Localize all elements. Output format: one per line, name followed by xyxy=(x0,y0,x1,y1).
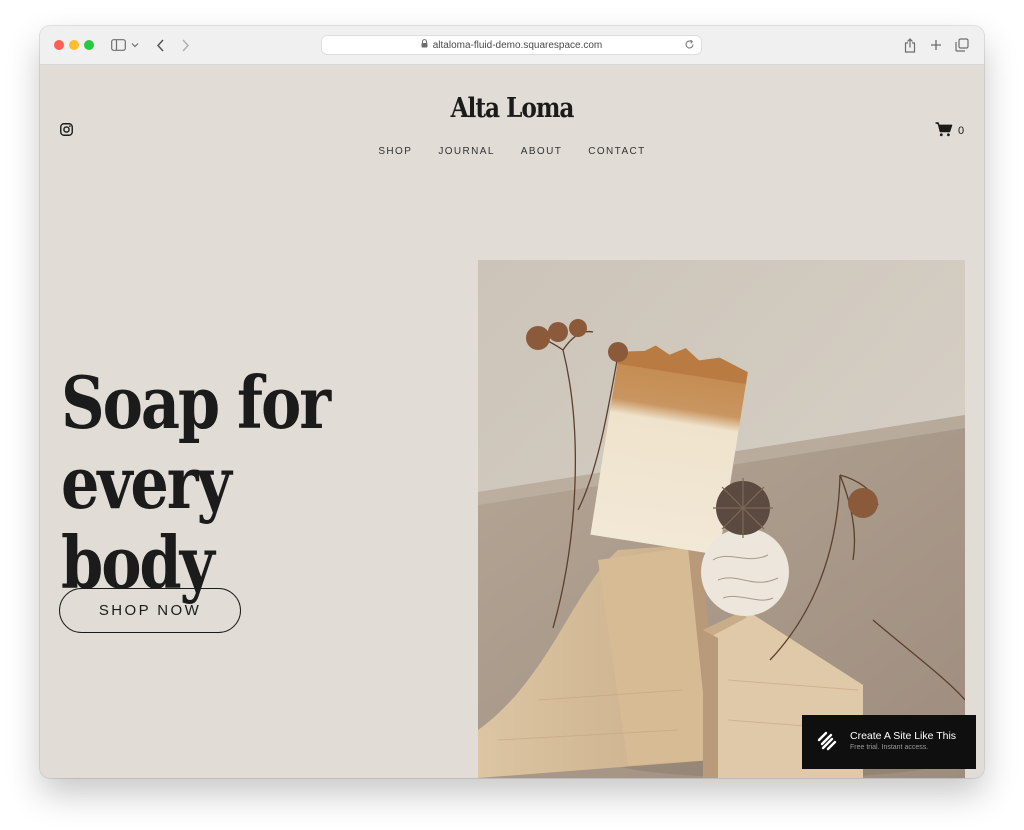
address-bar[interactable]: altaloma-fluid-demo.squarespace.com xyxy=(321,35,702,55)
url-text: altaloma-fluid-demo.squarespace.com xyxy=(432,39,603,51)
browser-window: altaloma-fluid-demo.squarespace.com Alta… xyxy=(40,26,984,778)
nav-shop[interactable]: SHOP xyxy=(378,146,412,157)
tabs-icon[interactable] xyxy=(954,35,970,55)
zoom-window-button[interactable] xyxy=(84,40,94,50)
chevron-down-icon[interactable] xyxy=(130,35,140,55)
browser-toolbar: altaloma-fluid-demo.squarespace.com xyxy=(40,26,984,65)
create-site-badge[interactable]: Create A Site Like This Free trial. Inst… xyxy=(802,715,976,769)
plus-icon[interactable] xyxy=(928,35,944,55)
nav-journal[interactable]: JOURNAL xyxy=(438,146,494,157)
cart-button[interactable]: 0 xyxy=(935,122,964,140)
minimize-window-button[interactable] xyxy=(69,40,79,50)
headline-line-2: every body xyxy=(61,440,232,605)
lock-icon xyxy=(421,39,428,51)
hero-image xyxy=(478,260,965,778)
headline-line-1: Soap for xyxy=(61,360,331,445)
hero-headline: Soap for every body xyxy=(61,363,397,603)
close-window-button[interactable] xyxy=(54,40,64,50)
nav-about[interactable]: ABOUT xyxy=(521,146,562,157)
cart-count: 0 xyxy=(958,125,965,137)
shop-now-button[interactable]: SHOP NOW xyxy=(59,588,241,633)
cart-icon xyxy=(935,122,953,140)
nav-contact[interactable]: CONTACT xyxy=(588,146,645,157)
website-page: Alta Loma SHOP JOURNAL ABOUT CONTACT 0 S… xyxy=(40,65,984,778)
forward-icon[interactable] xyxy=(177,35,193,55)
site-logo[interactable]: Alta Loma xyxy=(106,93,918,124)
instagram-icon[interactable] xyxy=(60,123,73,136)
reload-icon[interactable] xyxy=(684,39,695,53)
badge-subtitle: Free trial. Instant access. xyxy=(850,744,929,751)
badge-title: Create A Site Like This xyxy=(850,730,957,742)
main-nav: SHOP JOURNAL ABOUT CONTACT xyxy=(40,146,984,157)
sidebar-icon[interactable] xyxy=(109,35,127,55)
share-icon[interactable] xyxy=(902,35,918,55)
squarespace-logo-icon xyxy=(816,731,838,756)
back-icon[interactable] xyxy=(152,35,168,55)
